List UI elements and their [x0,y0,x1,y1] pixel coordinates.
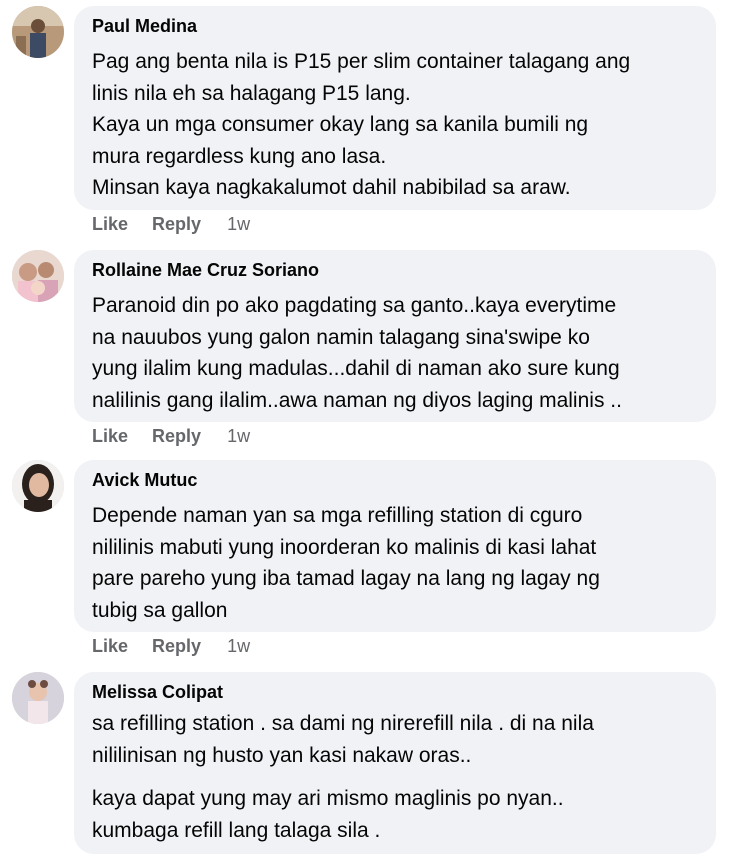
comment-bubble: Paul Medina Pag ang benta nila is P15 pe… [74,6,716,210]
comment-text-line: tubig sa gallon [92,598,228,622]
comment-text: Depende naman yan sa mga refilling stati… [92,500,600,626]
comment-text-line: Depende naman yan sa mga refilling stati… [92,504,583,527]
comment-bubble: Rollaine Mae Cruz Soriano Paranoid din p… [74,250,716,422]
like-button[interactable]: Like [92,636,128,657]
avatar[interactable] [12,672,64,724]
comment-timestamp[interactable]: 1w [227,214,250,235]
comment-text-line: mura regardless kung ano lasa. [92,144,387,168]
comment-text-line: na nauubos yung galon namin talagang sin… [92,325,590,349]
comment-text-line: nililinisan ng husto yan kasi nakaw oras… [92,743,472,767]
comment-author[interactable]: Melissa Colipat [92,682,223,703]
comment-actions: Like Reply 1w [92,214,250,235]
comment-text-line: sa refilling station . sa dami ng nirere… [92,712,594,735]
comment-author[interactable]: Rollaine Mae Cruz Soriano [92,260,319,281]
comment-text-line: nililinis mabuti yung inoorderan ko mali… [92,535,597,559]
comment-text-line: Kaya un mga consumer okay lang sa kanila… [92,113,589,136]
comment-text-line: kumbaga refill lang talaga sila . [92,818,381,842]
avatar[interactable] [12,6,64,58]
like-button[interactable]: Like [92,426,128,447]
reply-button[interactable]: Reply [152,214,201,235]
comment-bubble: Avick Mutuc Depende naman yan sa mga ref… [74,460,716,632]
comment-timestamp[interactable]: 1w [227,426,250,447]
comment-text-line: Pag ang benta nila is P15 per slim conta… [92,50,631,73]
comment-text-line: pare pareho yung iba tamad lagay na lang… [92,567,600,590]
comment-text: Paranoid din po ako pagdating sa ganto..… [92,290,622,416]
comment-timestamp[interactable]: 1w [227,636,250,657]
like-button[interactable]: Like [92,214,128,235]
comment-actions: Like Reply 1w [92,636,250,657]
comment-text: Pag ang benta nila is P15 per slim conta… [92,46,630,204]
comment-author[interactable]: Paul Medina [92,16,197,37]
comment-author[interactable]: Avick Mutuc [92,470,197,491]
comment-text-line: yung ilalim kung madulas...dahil di nama… [92,357,620,380]
reply-button[interactable]: Reply [152,426,201,447]
reply-button[interactable]: Reply [152,636,201,657]
comment-text-line: nalilinis gang ilalim..awa naman ng diyo… [92,388,622,412]
avatar[interactable] [12,250,64,302]
comment-bubble: Melissa Colipat sa refilling station . s… [74,672,716,854]
comment-text: sa refilling station . sa dami ng nirere… [92,708,594,846]
comment-text-line: kaya dapat yung may ari mismo maglinis p… [92,787,564,810]
comment-actions: Like Reply 1w [92,426,250,447]
comment-text-line: linis nila eh sa halagang P15 lang. [92,81,411,105]
comment-text-line: Minsan kaya nagkakalumot dahil nabibilad… [92,176,571,199]
avatar[interactable] [12,460,64,512]
comment-text-line: Paranoid din po ako pagdating sa ganto..… [92,294,617,317]
